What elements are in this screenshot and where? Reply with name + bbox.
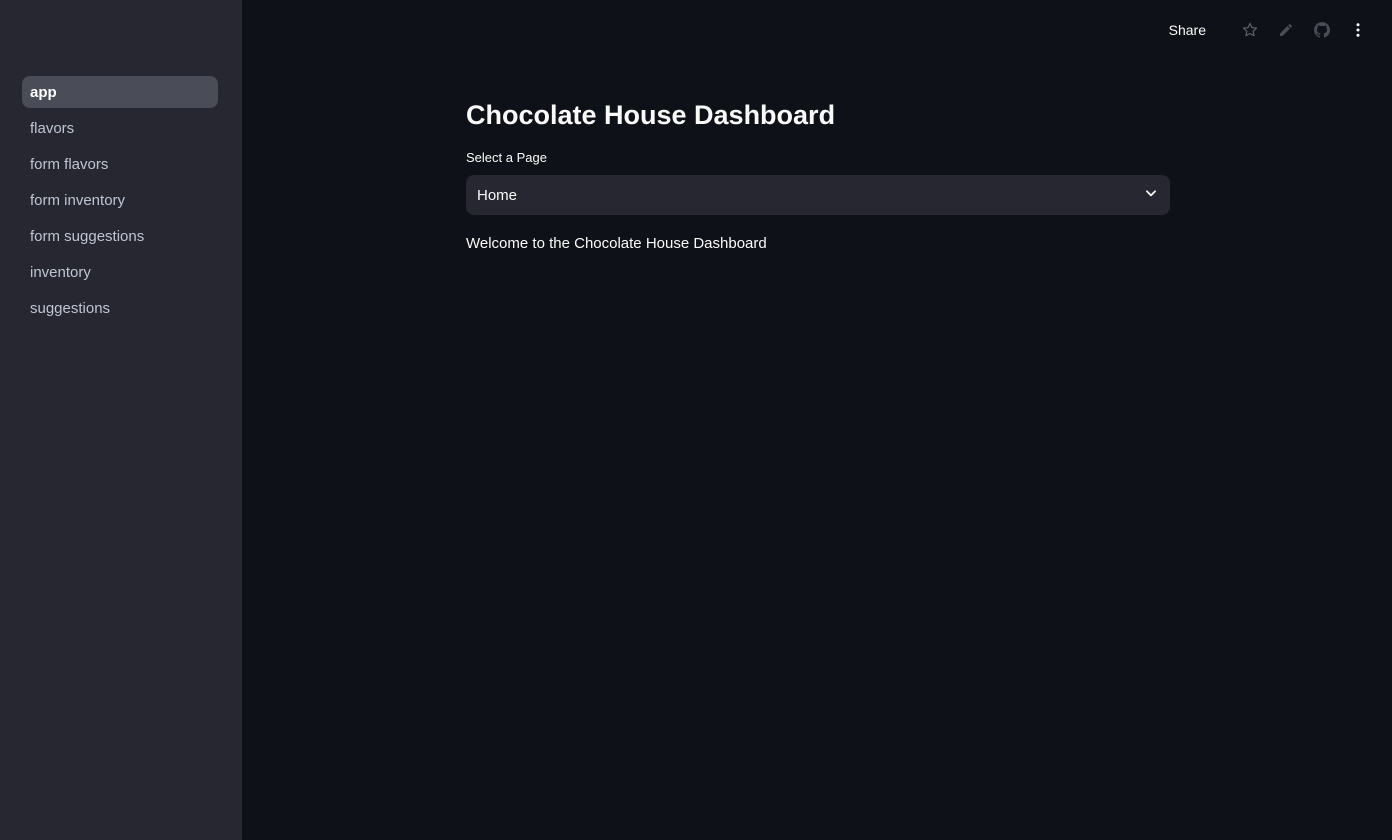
select-label: Select a Page xyxy=(466,150,547,165)
star-icon[interactable] xyxy=(1240,20,1260,40)
sidebar-item-label: suggestions xyxy=(30,299,111,317)
select-value: Home xyxy=(477,186,518,204)
sidebar-item-form-inventory[interactable]: form inventory xyxy=(22,184,218,216)
app-window: app flavors form flavors form inventory … xyxy=(0,0,1392,840)
toolbar: Share xyxy=(1169,14,1368,46)
sidebar-item-label: inventory xyxy=(30,263,91,281)
sidebar: app flavors form flavors form inventory … xyxy=(0,0,242,840)
sidebar-item-label: app xyxy=(30,83,57,101)
sidebar-item-form-flavors[interactable]: form flavors xyxy=(22,148,218,180)
sidebar-item-label: form suggestions xyxy=(30,227,145,245)
sidebar-nav: app flavors form flavors form inventory … xyxy=(22,76,218,328)
sidebar-item-app[interactable]: app xyxy=(22,76,218,108)
sidebar-item-label: form flavors xyxy=(30,155,109,173)
sidebar-item-label: form inventory xyxy=(30,191,126,209)
github-icon[interactable] xyxy=(1312,20,1332,40)
page-title: Chocolate House Dashboard xyxy=(466,100,836,130)
sidebar-item-form-suggestions[interactable]: form suggestions xyxy=(22,220,218,252)
sidebar-item-label: flavors xyxy=(30,119,75,137)
page-select[interactable]: Home xyxy=(466,175,1170,215)
welcome-text: Welcome to the Chocolate House Dashboard xyxy=(466,235,767,252)
more-vertical-icon[interactable] xyxy=(1348,20,1368,40)
sidebar-item-suggestions[interactable]: suggestions xyxy=(22,292,218,324)
sidebar-item-flavors[interactable]: flavors xyxy=(22,112,218,144)
sidebar-item-inventory[interactable]: inventory xyxy=(22,256,218,288)
edit-icon[interactable] xyxy=(1276,20,1296,40)
main-content: Chocolate House Dashboard Select a Page … xyxy=(466,96,1170,252)
share-button[interactable]: Share xyxy=(1169,22,1206,38)
chevron-down-icon xyxy=(1144,186,1158,205)
